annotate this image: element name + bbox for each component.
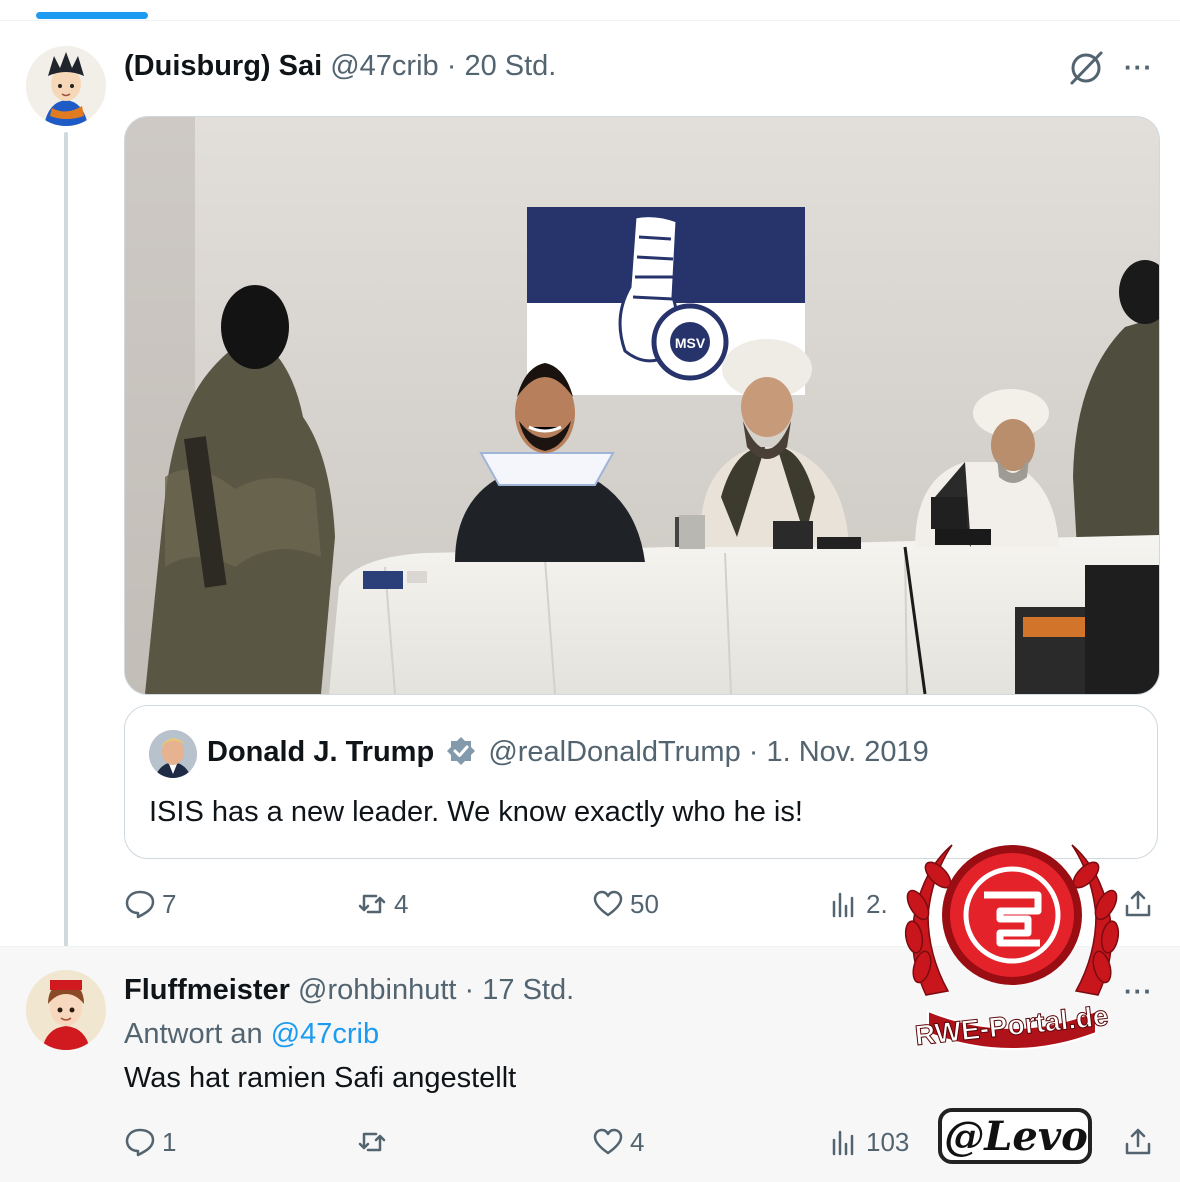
display-name[interactable]: (Duisburg) Sai — [124, 50, 322, 82]
quoted-display-name[interactable]: Donald J. Trump — [207, 736, 434, 768]
reply-count: 1 — [162, 1126, 177, 1157]
quoted-tweet-text: ISIS has a new leader. We know exactly w… — [149, 796, 803, 828]
tweet-header: (Duisburg) Sai @47crib · 20 Std. — [124, 48, 556, 84]
heart-icon — [593, 1128, 623, 1155]
timestamp[interactable]: · 17 Std. — [465, 974, 575, 1006]
reply-header: Fluffmeister @rohbinhutt · 17 Std. — [124, 972, 574, 1008]
display-name[interactable]: Fluffmeister — [124, 974, 290, 1006]
anime-avatar-image — [26, 970, 106, 1050]
share-button[interactable] — [1122, 1122, 1160, 1162]
reply-to-label: Antwort an — [124, 1018, 263, 1050]
reply-button[interactable]: 1 — [124, 1122, 176, 1162]
timestamp[interactable]: · 20 Std. — [447, 50, 557, 82]
quoted-tweet-header: Donald J. Trump @realDonaldTrump · 1. No… — [207, 734, 929, 770]
handle[interactable]: @rohbinhutt — [298, 974, 456, 1006]
repost-count: 4 — [394, 888, 409, 919]
reply-icon — [125, 1128, 155, 1157]
views-count: 103 — [866, 1126, 910, 1157]
verified-badge-icon[interactable] — [446, 736, 476, 766]
svg-text:MSV: MSV — [675, 335, 706, 351]
top-indicator — [36, 12, 148, 19]
portrait-image — [149, 730, 197, 778]
heart-icon — [593, 890, 623, 917]
views-icon — [832, 892, 854, 918]
share-icon — [1125, 1128, 1151, 1155]
reply-button[interactable]: 7 — [124, 884, 176, 924]
reply-text: Was hat ramien Safi angestellt — [124, 1062, 517, 1094]
levo-text: @Levo — [944, 1113, 1088, 1160]
reply-context: Antwort an @47crib — [124, 1016, 379, 1052]
tweet-media-image[interactable]: MSV — [124, 116, 1160, 695]
quoted-date[interactable]: · 1. Nov. 2019 — [749, 736, 929, 768]
views-button[interactable]: 103 — [828, 1122, 909, 1162]
levo-watermark: @Levo — [938, 1108, 1092, 1164]
views-button[interactable]: 2. — [828, 884, 888, 924]
anime-avatar-image — [26, 46, 106, 126]
reply-to-handle[interactable]: @47crib — [271, 1018, 379, 1050]
like-button[interactable]: 50 — [592, 884, 659, 924]
more-options-icon[interactable]: ··· — [1124, 52, 1153, 83]
rwe-portal-logo: RWE-Portal.de — [904, 844, 1120, 1052]
avatar[interactable] — [26, 46, 106, 126]
handle[interactable]: @47crib — [330, 50, 438, 82]
repost-button[interactable] — [356, 1122, 394, 1162]
reply-count: 7 — [162, 888, 177, 919]
grok-icon[interactable] — [1066, 50, 1106, 86]
like-count: 4 — [630, 1126, 645, 1157]
quoted-handle[interactable]: @realDonaldTrump — [488, 736, 740, 768]
avatar[interactable] — [26, 970, 106, 1050]
like-button[interactable]: 4 — [592, 1122, 644, 1162]
repost-button[interactable]: 4 — [356, 884, 408, 924]
divider — [0, 20, 1180, 21]
views-icon — [832, 1130, 854, 1156]
thread-connector — [64, 132, 68, 962]
press-conference-photo: MSV — [125, 117, 1159, 694]
quoted-avatar[interactable] — [149, 730, 197, 778]
like-count: 50 — [630, 888, 659, 919]
reply-icon — [125, 890, 155, 919]
views-count: 2. — [866, 888, 888, 919]
repost-icon — [358, 894, 386, 914]
repost-icon — [358, 1132, 386, 1152]
